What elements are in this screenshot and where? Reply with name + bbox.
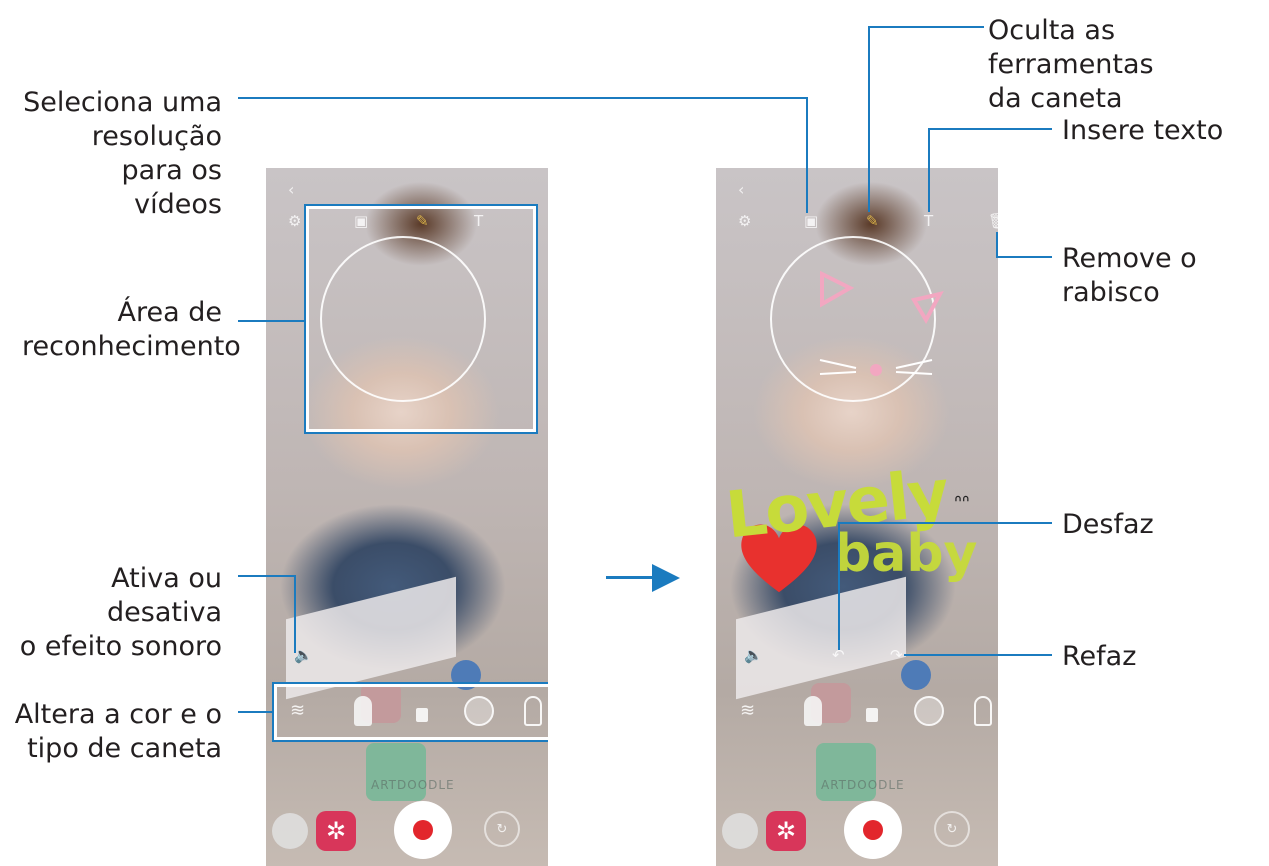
brush-pen-icon[interactable] — [914, 696, 944, 726]
redo-icon[interactable]: ↷ — [890, 646, 903, 664]
bottom-controls: ✲ ↻ — [266, 791, 548, 866]
label-undo: Desfaz — [1062, 509, 1154, 540]
speaker-icon[interactable]: 🔈 — [744, 646, 763, 664]
effects-icon[interactable]: ✲ — [316, 811, 356, 851]
label-resolution: Seleciona uma resolução para os vídeos — [23, 87, 222, 220]
squiggle-pen-icon[interactable]: ≋ — [740, 700, 755, 721]
record-button[interactable] — [844, 801, 902, 859]
outline-pen-icon[interactable] — [974, 696, 992, 726]
gear-icon[interactable]: ⚙ — [288, 212, 301, 230]
pen-tools-bar: ≋ — [726, 684, 992, 740]
gallery-thumbnail[interactable] — [272, 813, 308, 849]
label-pen-type: Altera a cor e o tipo de caneta — [14, 699, 222, 764]
speaker-icon[interactable]: 🔈 — [294, 646, 313, 664]
bottom-controls: ✲ ↻ — [716, 791, 998, 866]
resolution-icon[interactable]: ▣ — [804, 212, 818, 230]
callout-line — [928, 128, 1052, 130]
label-recognition-area: Área de reconhecimento — [22, 297, 241, 362]
callout-line — [928, 128, 930, 212]
callout-line — [868, 26, 984, 28]
text-icon[interactable]: T — [924, 212, 933, 230]
bunny-doodle: ᐢᐢ — [954, 490, 970, 514]
callout-line — [238, 97, 808, 99]
callout-line — [238, 575, 296, 577]
record-button[interactable] — [394, 801, 452, 859]
callout-line — [238, 711, 274, 713]
trash-icon[interactable]: 🗑 — [988, 212, 998, 230]
gear-icon[interactable]: ⚙ — [738, 212, 751, 230]
label-insert-text: Insere texto — [1062, 115, 1224, 146]
switch-camera-icon[interactable]: ↻ — [484, 811, 520, 847]
callout-line — [806, 97, 808, 213]
doodle-text-line2: baby — [834, 524, 978, 584]
callout-line — [904, 654, 1052, 656]
effects-icon[interactable]: ✲ — [766, 811, 806, 851]
recognition-area-highlight — [304, 204, 538, 434]
label-sound-effect: Ativa ou desativa o efeito sonoro — [19, 563, 222, 662]
callout-line — [868, 26, 870, 212]
callout-line — [838, 522, 840, 650]
right-phone-screen: ARTDOODLE ‹ ⚙ ▣ ✎ T 🗑 Lovely baby ᐢᐢ 🔈 ↶… — [716, 168, 998, 866]
marker-pen-icon[interactable] — [804, 696, 822, 726]
label-hide-tools: Oculta as ferramentas da caneta — [988, 15, 1154, 114]
left-phone-screen: ARTDOODLE ‹ ⚙ ▣ ✎ T 🔈 ≋ ✲ ↻ — [266, 168, 548, 866]
pen-icon[interactable]: ✎ — [866, 212, 879, 230]
record-icon — [413, 820, 433, 840]
label-redo: Refaz — [1062, 641, 1137, 672]
callout-line — [238, 320, 306, 322]
cat-ears-doodle — [820, 270, 944, 325]
callout-line — [838, 522, 1052, 524]
callout-line — [996, 232, 998, 258]
arrow-head-icon — [652, 564, 680, 592]
jar-label: ARTDOODLE — [821, 778, 905, 792]
callout-line — [294, 575, 296, 653]
callout-line — [996, 256, 1052, 258]
gallery-thumbnail[interactable] — [722, 813, 758, 849]
eraser-pen-icon[interactable] — [866, 708, 878, 722]
top-toolbar: ⚙ ▣ ✎ T 🗑 — [716, 212, 998, 234]
whiskers-doodle — [819, 359, 933, 376]
switch-camera-icon[interactable]: ↻ — [934, 811, 970, 847]
label-remove-doodle: Remove o rabisco — [1062, 243, 1197, 308]
back-icon[interactable]: ‹ — [738, 180, 744, 199]
paper — [286, 576, 456, 700]
back-icon[interactable]: ‹ — [288, 180, 294, 199]
record-icon — [863, 820, 883, 840]
pen-tools-highlight — [272, 682, 548, 742]
jar-label: ARTDOODLE — [371, 778, 455, 792]
